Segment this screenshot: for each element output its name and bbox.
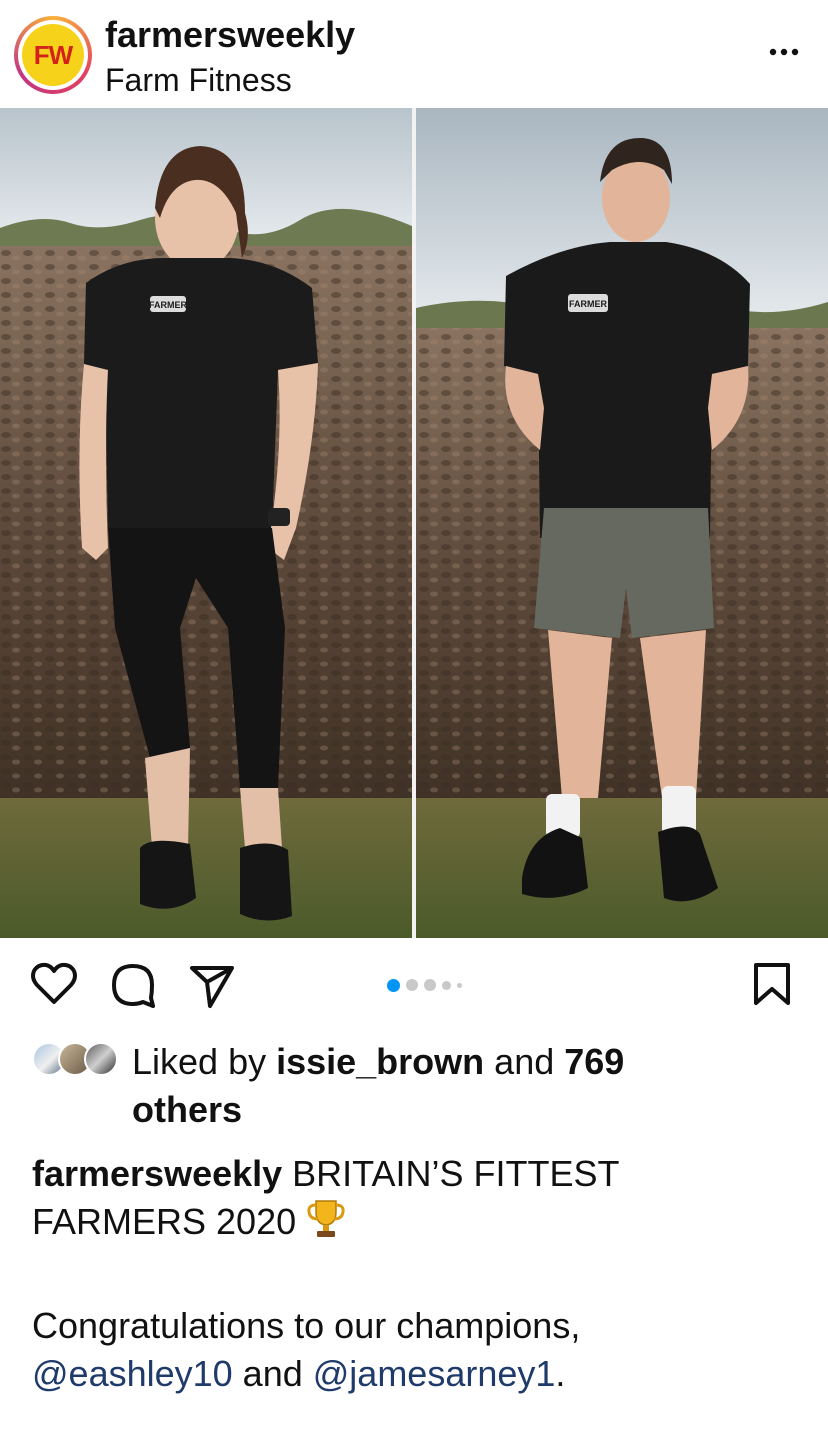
liker-avatars[interactable]	[32, 1042, 124, 1078]
likes-count[interactable]: 769	[564, 1041, 624, 1082]
carousel-dot	[424, 979, 436, 991]
liker-avatar	[84, 1042, 118, 1076]
carousel-dot	[442, 980, 451, 990]
likes-text[interactable]: Liked by issie_brown and 769 others	[132, 1038, 792, 1134]
bookmark-icon[interactable]	[752, 962, 792, 1006]
caption-line2: FARMERS 2020	[32, 1201, 307, 1242]
svg-text:FARMER: FARMER	[569, 299, 608, 309]
mention-jamesarney1[interactable]: @jamesarney1	[313, 1353, 556, 1394]
svg-text:FARMER: FARMER	[149, 300, 188, 310]
heart-icon[interactable]	[30, 962, 78, 1006]
carousel-indicator	[387, 978, 462, 992]
carousel-dot	[387, 978, 400, 992]
post-image[interactable]: FARMER FARMER	[0, 108, 828, 938]
liked-by-user[interactable]: issie_brown	[276, 1041, 484, 1082]
likes-others[interactable]: others	[132, 1089, 242, 1130]
post-location[interactable]: Farm Fitness	[105, 62, 292, 99]
post-username[interactable]: farmersweekly	[105, 14, 355, 56]
post-header: FW farmersweekly Farm Fitness	[0, 0, 828, 108]
caption-body: Congratulations to our champions,	[32, 1305, 581, 1346]
caption-line1: BRITAIN’S FITTEST	[282, 1153, 620, 1194]
trophy-icon	[307, 1200, 345, 1237]
post-caption: farmersweekly BRITAIN’S FITTEST FARMERS 2…	[32, 1153, 620, 1394]
more-options-icon[interactable]	[768, 36, 800, 68]
mention-eashley10[interactable]: @eashley10	[32, 1353, 233, 1394]
farmersweekly-logo: FW	[22, 24, 84, 86]
comment-icon[interactable]	[110, 962, 156, 1008]
post-action-bar	[0, 938, 828, 1034]
profile-avatar[interactable]: FW	[14, 16, 92, 94]
caption-username[interactable]: farmersweekly	[32, 1153, 282, 1194]
send-icon[interactable]	[188, 964, 236, 1010]
carousel-dot	[406, 979, 418, 991]
carousel-dot	[457, 982, 462, 988]
